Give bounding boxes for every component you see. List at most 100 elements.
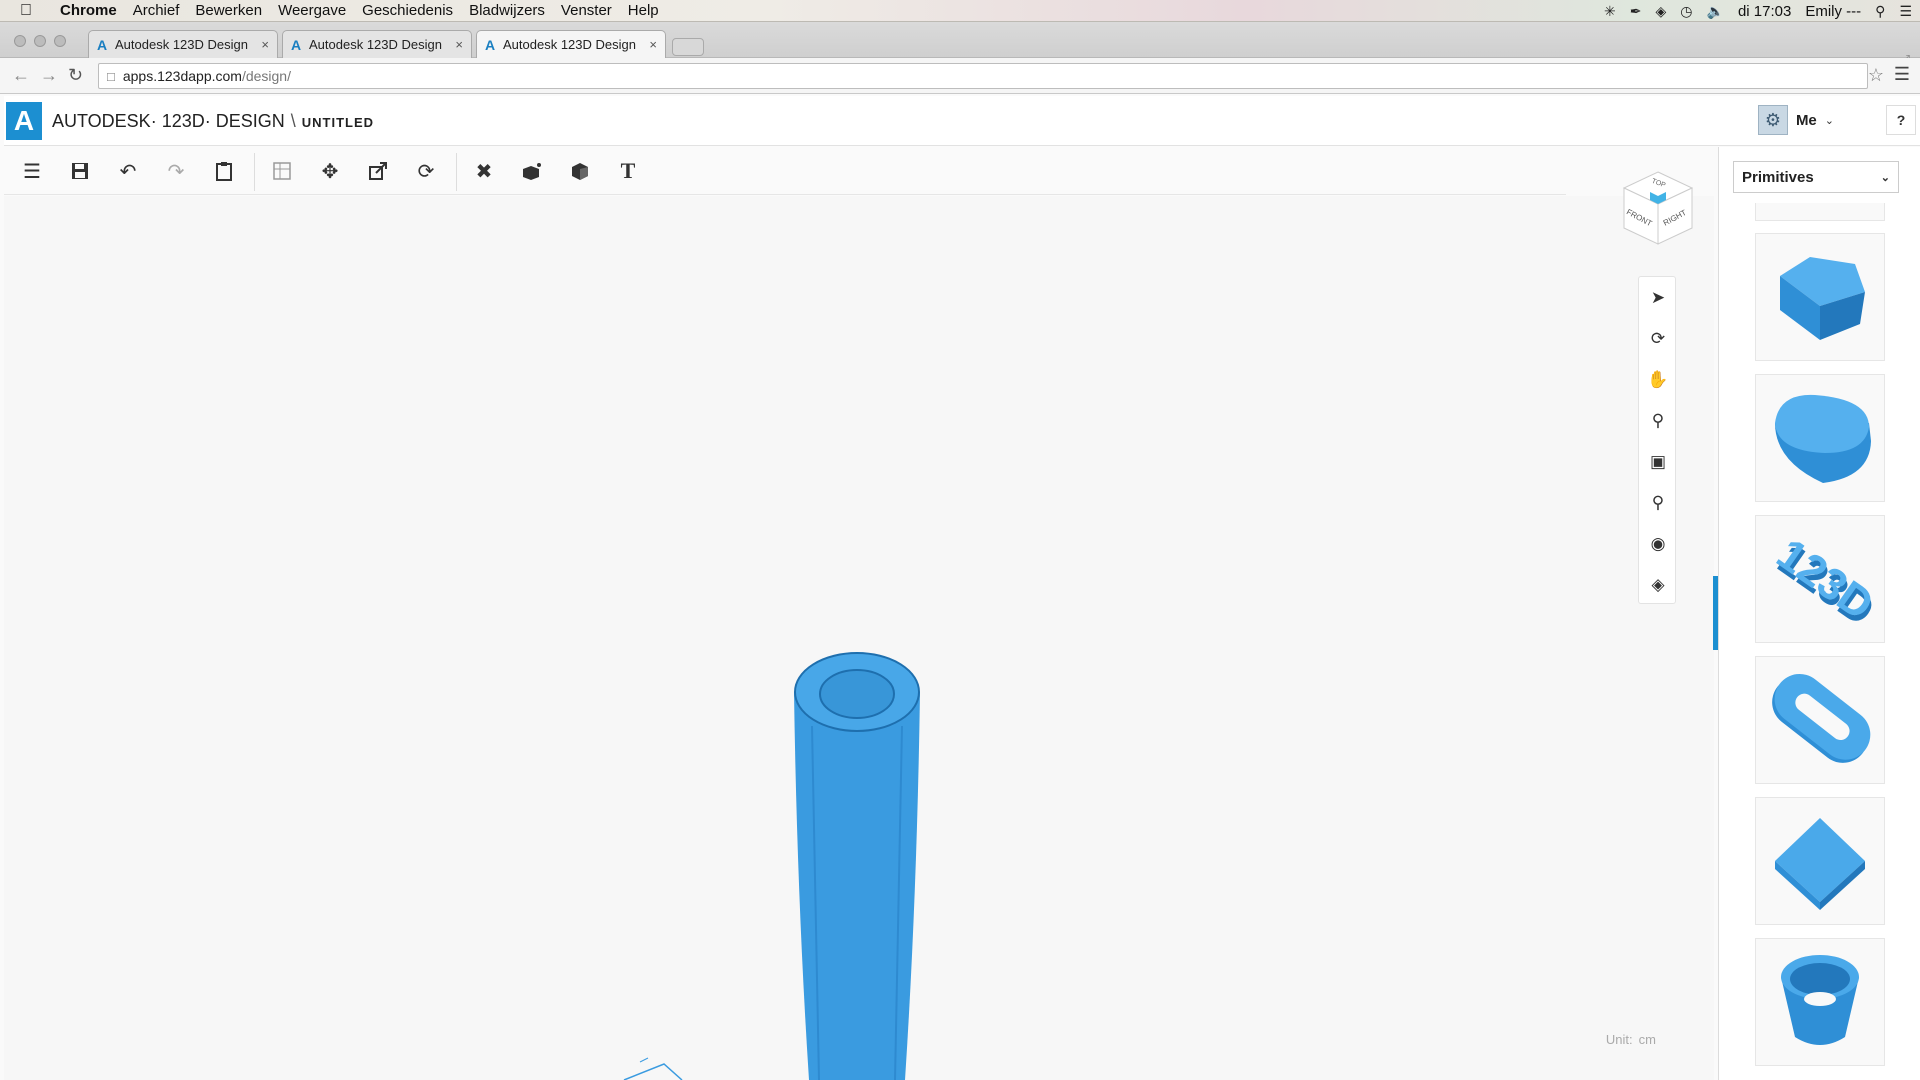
- app-header: A AUTODESK· 123D· DESIGN \ UNTITLED ⚙ Me ⌄…: [4, 96, 1920, 146]
- menu-bladwijzers[interactable]: Bladwijzers: [461, 2, 553, 19]
- combine-icon[interactable]: [518, 157, 546, 185]
- autodesk-favicon-icon: A: [97, 36, 108, 53]
- apple-icon[interactable]: : [0, 2, 52, 20]
- primitive-rhombus-plate[interactable]: [1755, 797, 1885, 925]
- unit-label: Unit:: [1605, 1032, 1633, 1047]
- scale-icon[interactable]: [364, 157, 392, 185]
- browser-tabstrip: A Autodesk 123D Design × A Autodesk 123D…: [0, 22, 1920, 67]
- sketch-icon[interactable]: [268, 157, 296, 185]
- primitives-panel: Primitives ⌄ 123D 123D: [1718, 147, 1920, 1080]
- material-view-icon[interactable]: ◈: [1643, 570, 1673, 600]
- browser-tab-active[interactable]: A Autodesk 123D Design ×: [476, 30, 666, 58]
- user-name[interactable]: Emily ---: [1805, 3, 1861, 20]
- scene-canvas[interactable]: [4, 196, 1714, 1080]
- move-icon[interactable]: ✥: [316, 157, 344, 185]
- volume-icon[interactable]: 🔈: [1707, 3, 1724, 20]
- close-tab-icon[interactable]: ×: [649, 37, 657, 52]
- menu-bewerken[interactable]: Bewerken: [187, 2, 270, 19]
- clipboard-icon[interactable]: [210, 157, 238, 185]
- minimize-window-button[interactable]: [34, 35, 46, 47]
- chevron-down-icon[interactable]: ⌄: [1825, 114, 1834, 127]
- timemachine-icon[interactable]: ◷: [1680, 3, 1692, 20]
- avatar[interactable]: ⚙: [1757, 105, 1788, 135]
- 3d-viewport[interactable]: Unit: cm: [4, 196, 1714, 1080]
- reload-icon[interactable]: ↻: [68, 65, 83, 86]
- forward-icon[interactable]: →: [40, 65, 58, 86]
- autodesk-favicon-icon: A: [291, 36, 302, 53]
- chrome-menu-icon[interactable]: ☰: [1894, 64, 1910, 85]
- tab-title: Autodesk 123D Design: [309, 37, 442, 52]
- brand-name: AUTODESK· 123D· DESIGN: [52, 111, 285, 131]
- view-cube[interactable]: TOP FRONT RIGHT: [1620, 168, 1696, 248]
- unit-indicator[interactable]: Unit: cm: [1600, 1032, 1656, 1047]
- window-controls: [14, 35, 66, 47]
- select-icon[interactable]: ➤: [1643, 283, 1673, 313]
- unit-value[interactable]: cm: [1639, 1032, 1656, 1047]
- primitive-pentagon-prism[interactable]: [1755, 233, 1885, 361]
- address-bar[interactable]: □ apps.123dapp.com/design/: [98, 63, 1868, 89]
- close-tab-icon[interactable]: ×: [261, 37, 269, 52]
- spotlight-search-icon[interactable]: ⚲: [1875, 3, 1885, 20]
- close-window-button[interactable]: [14, 35, 26, 47]
- user-menu[interactable]: ⚙ Me ⌄: [1757, 105, 1834, 135]
- macos-menubar:  Chrome Archief Bewerken Weergave Gesch…: [0, 0, 1920, 22]
- primitive-tube[interactable]: [1755, 938, 1885, 1066]
- zoom-selected-icon[interactable]: ⚲: [1643, 488, 1673, 518]
- primitive-tile[interactable]: [1755, 203, 1885, 221]
- pan-icon[interactable]: ✋: [1643, 365, 1673, 395]
- zoom-icon[interactable]: ⚲: [1643, 406, 1673, 436]
- autodesk-logo-icon[interactable]: A: [6, 102, 42, 140]
- user-menu-label[interactable]: Me: [1796, 112, 1817, 129]
- tube-model[interactable]: [794, 652, 920, 1080]
- toolbar-divider: [456, 153, 457, 191]
- new-tab-button[interactable]: [672, 38, 704, 56]
- menu-help[interactable]: Help: [620, 2, 667, 19]
- autodesk-favicon-icon: A: [485, 36, 496, 53]
- toolbar-divider: [254, 153, 255, 191]
- notification-list-icon[interactable]: ☰: [1899, 3, 1912, 20]
- brand-separator: \: [290, 111, 296, 131]
- close-tab-icon[interactable]: ×: [455, 37, 463, 52]
- navigation-bar: ➤ ⟳ ✋ ⚲ ▣ ⚲ ◉ ◈: [1638, 276, 1676, 604]
- back-icon[interactable]: ←: [12, 65, 30, 86]
- rotate-icon[interactable]: ⟳: [412, 157, 440, 185]
- page-icon: □: [107, 68, 115, 84]
- menu-geschiedenis[interactable]: Geschiedenis: [354, 2, 461, 19]
- save-icon[interactable]: [66, 157, 94, 185]
- redo-icon[interactable]: ↷: [162, 157, 190, 185]
- visibility-icon[interactable]: ◉: [1643, 529, 1673, 559]
- menu-archief[interactable]: Archief: [125, 2, 188, 19]
- undo-icon[interactable]: ↶: [114, 157, 142, 185]
- clock[interactable]: di 17:03: [1738, 3, 1791, 20]
- browser-tab[interactable]: A Autodesk 123D Design ×: [282, 30, 472, 58]
- document-title[interactable]: UNTITLED: [302, 115, 374, 130]
- category-label: Primitives: [1742, 168, 1814, 186]
- modify-icon[interactable]: ✖: [470, 157, 498, 185]
- svg-text:123D: 123D: [1768, 529, 1880, 629]
- bookmark-star-icon[interactable]: ☆: [1868, 65, 1884, 86]
- menu-venster[interactable]: Venster: [553, 2, 620, 19]
- fit-icon[interactable]: ▣: [1643, 447, 1673, 477]
- browser-tab[interactable]: A Autodesk 123D Design ×: [88, 30, 278, 58]
- wifi-icon[interactable]: ◈: [1656, 3, 1667, 20]
- chevron-down-icon: ⌄: [1880, 171, 1890, 184]
- menu-app-chrome[interactable]: Chrome: [52, 2, 125, 19]
- category-dropdown[interactable]: Primitives ⌄: [1733, 161, 1899, 193]
- primitive-torus-link[interactable]: [1755, 656, 1885, 784]
- tab-title: Autodesk 123D Design: [115, 37, 248, 52]
- menu-icon[interactable]: ☰: [18, 157, 46, 185]
- primitive-text-123d[interactable]: 123D 123D: [1755, 515, 1885, 643]
- orbit-icon[interactable]: ⟳: [1643, 324, 1673, 354]
- text-icon[interactable]: T: [614, 157, 642, 185]
- primitive-rounded-cylinder[interactable]: [1755, 374, 1885, 502]
- menu-weergave[interactable]: Weergave: [270, 2, 354, 19]
- tab-title: Autodesk 123D Design: [503, 37, 636, 52]
- material-icon[interactable]: [566, 157, 594, 185]
- app-brand: AUTODESK· 123D· DESIGN \ UNTITLED: [52, 111, 374, 132]
- url-path: /design/: [241, 68, 291, 84]
- help-button[interactable]: ?: [1886, 105, 1916, 135]
- zoom-window-button[interactable]: [54, 35, 66, 47]
- pen-icon[interactable]: ✒: [1630, 3, 1642, 20]
- sync-icon[interactable]: ✳: [1604, 3, 1616, 20]
- grid-indicator: [623, 1057, 683, 1080]
